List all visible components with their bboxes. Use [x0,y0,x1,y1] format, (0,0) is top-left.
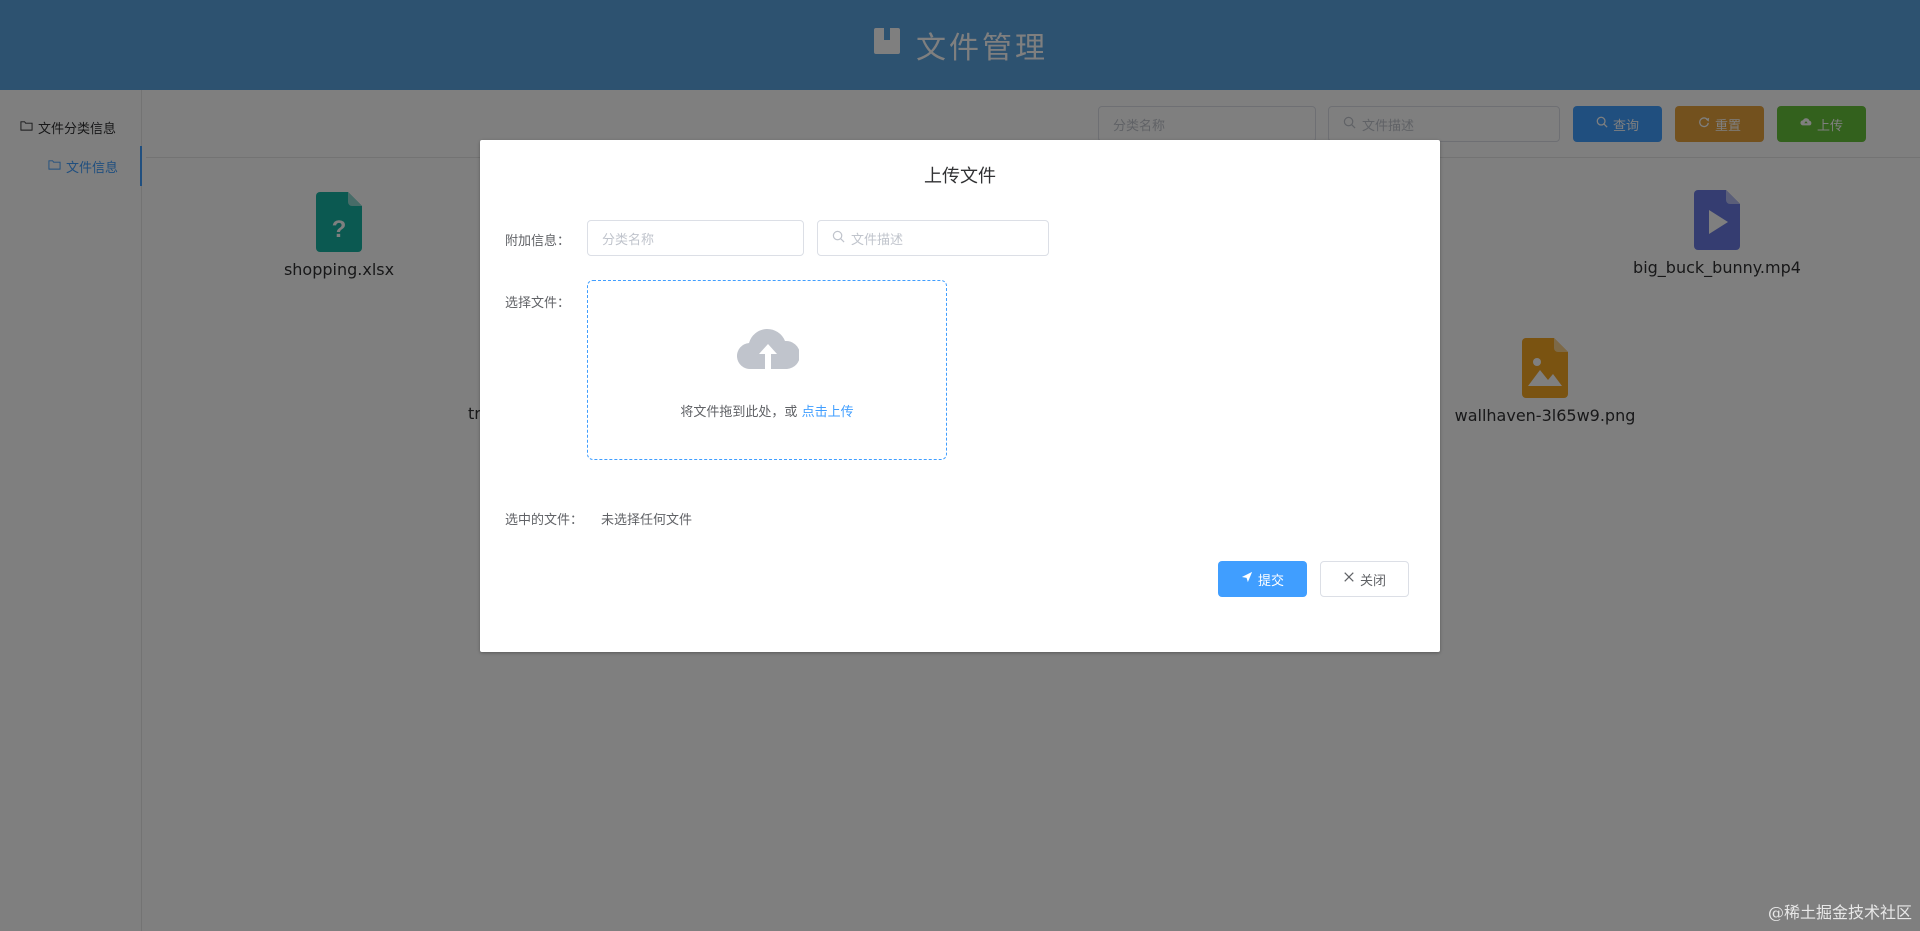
dialog-category-input[interactable]: 分类名称 [587,220,804,256]
search-icon [832,230,845,247]
choose-file-label: 选择文件： [505,296,571,311]
dialog-title: 上传文件 [924,166,996,187]
file-dropzone[interactable]: 将文件拖到此处，或 点击上传 [587,280,947,460]
dialog-description-input[interactable]: 文件描述 [817,220,1049,256]
selected-file-label: 选中的文件： [505,513,584,528]
upload-dialog: 上传文件 附加信息： 分类名称 文件描述 选择文件： 将文件拖到此处，或 点击上… [480,140,1440,652]
close-button[interactable]: 关闭 [1320,561,1409,597]
send-icon [1241,571,1253,587]
dialog-description-placeholder: 文件描述 [851,232,904,248]
submit-button[interactable]: 提交 [1218,561,1307,597]
watermark: @稀土掘金技术社区 [1767,903,1912,922]
dialog-category-placeholder: 分类名称 [602,232,655,248]
drop-hint: 将文件拖到此处，或 [680,405,802,420]
close-icon [1343,571,1355,587]
cloud-upload-icon [736,323,801,371]
submit-button-label: 提交 [1257,573,1284,589]
extra-info-label: 附加信息： [505,234,571,249]
click-upload-link[interactable]: 点击上传 [802,405,854,420]
selected-file-value: 未选择任何文件 [601,513,693,528]
dropzone-text: 将文件拖到此处，或 点击上传 [588,401,946,420]
close-button-label: 关闭 [1359,573,1386,589]
